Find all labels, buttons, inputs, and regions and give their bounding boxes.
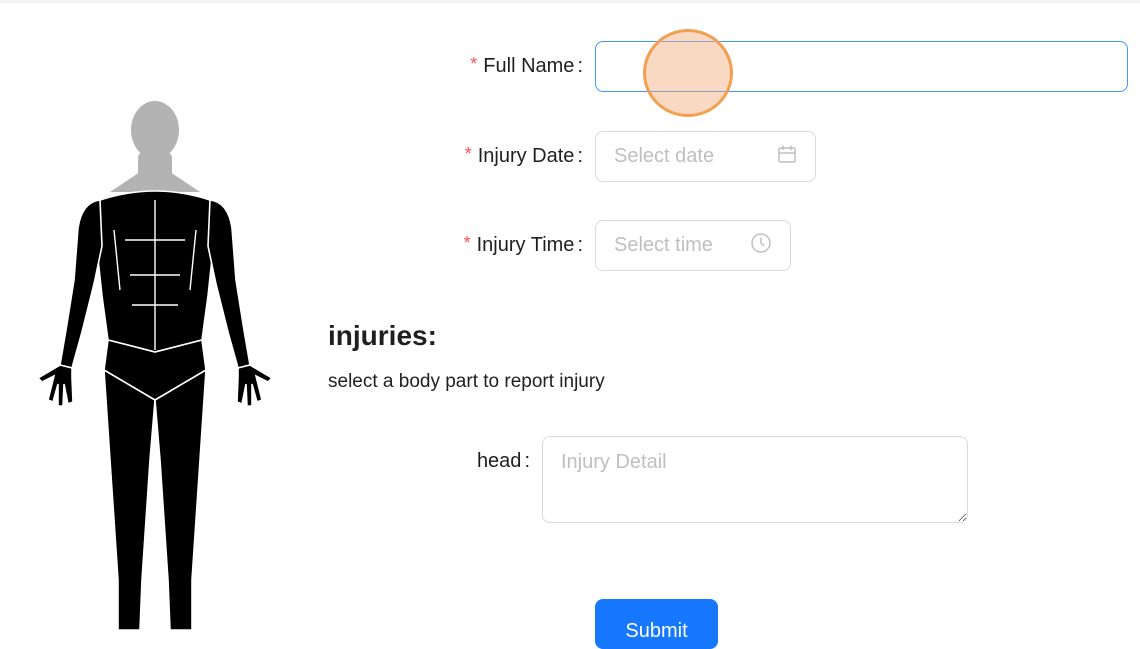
label-colon: : [577,55,583,77]
label-colon: : [577,234,583,256]
full-name-label: * Full Name : [410,54,595,78]
body-part-right-arm[interactable] [207,199,251,369]
head-injury-detail-textarea[interactable] [542,436,968,523]
body-figure-svg [36,101,274,631]
injury-time-label-text: Injury Time [476,234,575,256]
calendar-icon [777,144,797,170]
head-label-text: head [476,450,522,472]
injury-date-label: * Injury Date : [410,144,595,168]
injury-date-picker[interactable]: Select date [595,131,816,182]
head-injury-label: head : [410,436,542,487]
injury-time-row: * Injury Time : Select time [410,220,791,271]
body-part-left-leg[interactable] [103,368,156,631]
injury-time-picker[interactable]: Select time [595,220,791,271]
body-part-left-hand[interactable] [36,364,74,407]
injury-time-placeholder: Select time [614,234,713,256]
injury-date-placeholder: Select date [614,145,715,167]
label-colon: : [577,145,583,167]
body-part-right-hand[interactable] [236,364,274,407]
injury-date-label-text: Injury Date [477,145,575,167]
required-mark: * [470,54,478,74]
label-colon: : [524,450,530,472]
head-injury-row: head : [410,436,968,523]
body-figure [30,100,290,631]
top-border [0,0,1140,3]
submit-button[interactable]: Submit [595,599,718,649]
injury-date-row: * Injury Date : Select date [410,131,816,182]
required-mark: * [464,144,472,164]
body-part-left-arm[interactable] [59,199,103,369]
injuries-heading: injuries: [328,320,437,351]
full-name-row: * Full Name : [410,41,1128,92]
clock-icon [750,232,772,260]
full-name-input[interactable] [595,41,1128,92]
body-part-right-leg[interactable] [154,368,207,631]
body-part-head[interactable] [110,101,200,192]
injury-time-label: * Injury Time : [410,233,595,257]
full-name-label-text: Full Name [483,55,575,77]
injuries-instructions: select a body part to report injury [328,371,605,392]
required-mark: * [463,233,471,253]
